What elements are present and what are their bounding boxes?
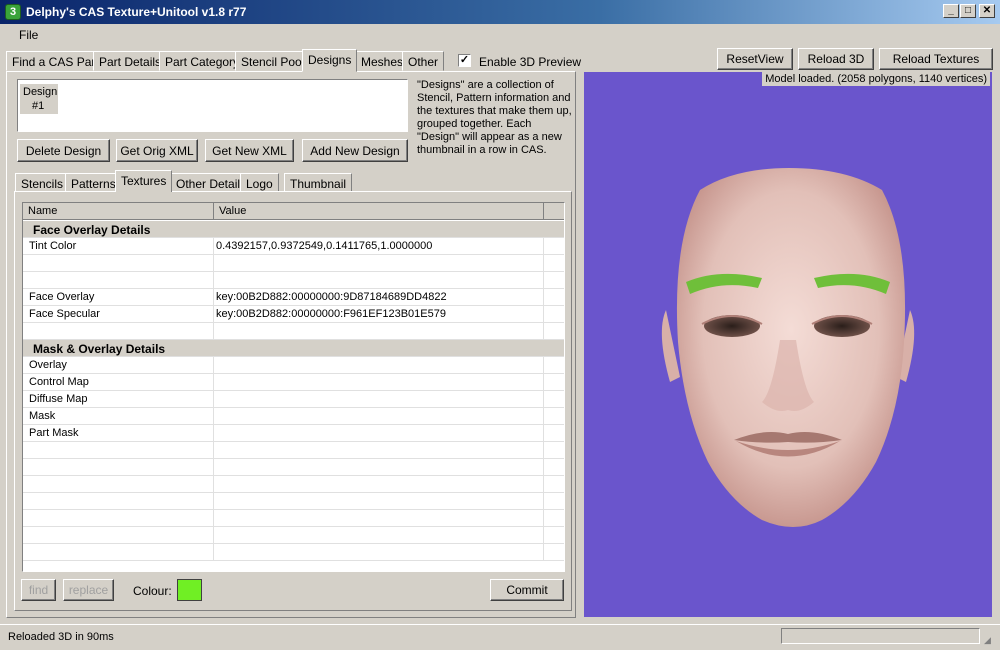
- get-new-xml-button[interactable]: Get New XML: [205, 139, 294, 162]
- tab-meshes[interactable]: Meshes: [355, 51, 410, 71]
- reset-view-button[interactable]: ResetView: [717, 48, 793, 70]
- table-row: [23, 510, 564, 527]
- reload-textures-button[interactable]: Reload Textures: [879, 48, 993, 70]
- table-row: [23, 272, 564, 289]
- grid-header: Name Value: [23, 203, 564, 220]
- title-bar: 3 Delphy's CAS Texture+Unitool v1.8 r77 …: [0, 0, 1000, 24]
- row-value[interactable]: [214, 408, 544, 425]
- subtab-logo[interactable]: Logo: [240, 173, 279, 192]
- model-status-label: Model loaded. (2058 polygons, 1140 verti…: [762, 72, 990, 86]
- table-row[interactable]: Tint Color 0.4392157,0.9372549,0.1411765…: [23, 238, 564, 255]
- row-value[interactable]: 0.4392157,0.9372549,0.1411765,1.0000000: [214, 238, 544, 255]
- row-value[interactable]: [214, 357, 544, 374]
- table-row: [23, 323, 564, 340]
- enable-3d-label: Enable 3D Preview: [479, 55, 582, 69]
- row-value[interactable]: [214, 374, 544, 391]
- row-name: Overlay: [23, 357, 214, 374]
- subtab-patterns[interactable]: Patterns: [65, 173, 122, 192]
- add-new-design-button[interactable]: Add New Design: [302, 139, 408, 162]
- table-row: [23, 527, 564, 544]
- row-name: Part Mask: [23, 425, 214, 442]
- tab-part-details[interactable]: Part Details: [93, 51, 168, 71]
- commit-button[interactable]: Commit: [490, 579, 564, 601]
- resize-grip-icon[interactable]: ◢: [984, 635, 991, 646]
- table-row[interactable]: Control Map: [23, 374, 564, 391]
- window-title: Delphy's CAS Texture+Unitool v1.8 r77: [26, 5, 247, 19]
- tab-designs[interactable]: Designs: [302, 49, 358, 72]
- status-text: Reloaded 3D in 90ms: [8, 631, 114, 643]
- maximize-button[interactable]: □: [960, 4, 976, 18]
- delete-design-button[interactable]: Delete Design: [17, 139, 110, 162]
- minimize-button[interactable]: _: [943, 4, 959, 18]
- row-value[interactable]: key:00B2D882:00000000:F961EF123B01E579: [214, 306, 544, 323]
- column-header-name[interactable]: Name: [23, 203, 214, 220]
- close-button[interactable]: ✕: [979, 4, 995, 18]
- status-bar: Reloaded 3D in 90ms ◢: [0, 624, 1000, 650]
- category-mask-overlay: Mask & Overlay Details: [33, 342, 166, 356]
- row-name: Face Overlay: [23, 289, 214, 306]
- progress-bar: [781, 628, 980, 644]
- row-value[interactable]: [214, 425, 544, 442]
- menu-file[interactable]: File: [19, 28, 38, 42]
- replace-button[interactable]: replace: [63, 579, 114, 601]
- reload-3d-button[interactable]: Reload 3D: [798, 48, 874, 70]
- subtab-stencils[interactable]: Stencils: [15, 173, 70, 192]
- design-label: Design: [23, 86, 58, 98]
- row-name: Control Map: [23, 374, 214, 391]
- menu-bar: File: [0, 24, 1000, 44]
- colour-label: Colour:: [133, 584, 172, 598]
- row-name: Face Specular: [23, 306, 214, 323]
- category-face-overlay: Face Overlay Details: [33, 223, 151, 237]
- right-eye: [814, 315, 870, 337]
- grid-category[interactable]: Face Overlay Details: [23, 221, 564, 238]
- column-header-value[interactable]: Value: [214, 203, 544, 220]
- grid-category[interactable]: Mask & Overlay Details: [23, 340, 564, 357]
- enable-3d-checkbox[interactable]: ✓: [458, 54, 471, 67]
- 3d-viewport[interactable]: Model loaded. (2058 polygons, 1140 verti…: [584, 72, 992, 617]
- table-row[interactable]: Face Specular key:00B2D882:00000000:F961…: [23, 306, 564, 323]
- tab-part-category[interactable]: Part Category: [159, 51, 246, 71]
- table-row[interactable]: Part Mask: [23, 425, 564, 442]
- table-row[interactable]: Overlay: [23, 357, 564, 374]
- row-value[interactable]: [214, 391, 544, 408]
- table-row[interactable]: Mask: [23, 408, 564, 425]
- table-row[interactable]: Face Overlay key:00B2D882:00000000:9D871…: [23, 289, 564, 306]
- tab-find-cas-part[interactable]: Find a CAS Part: [6, 51, 105, 71]
- table-row: [23, 255, 564, 272]
- table-row: [23, 544, 564, 561]
- table-row: [23, 442, 564, 459]
- design-list[interactable]: Design #1: [17, 79, 408, 132]
- design-thumbnail[interactable]: Design #1: [20, 84, 58, 114]
- face-model-render: [661, 168, 915, 527]
- table-row: [23, 459, 564, 476]
- tab-other[interactable]: Other: [402, 51, 445, 71]
- table-row[interactable]: Diffuse Map: [23, 391, 564, 408]
- row-name: Tint Color: [23, 238, 214, 255]
- left-eye: [704, 315, 760, 337]
- app-icon: 3: [5, 4, 21, 20]
- table-row: [23, 476, 564, 493]
- get-orig-xml-button[interactable]: Get Orig XML: [116, 139, 198, 162]
- colour-swatch[interactable]: [177, 579, 202, 601]
- design-number: #1: [32, 100, 45, 112]
- find-button[interactable]: find: [21, 579, 56, 601]
- tab-stencil-pool[interactable]: Stencil Pool: [235, 51, 311, 71]
- row-name: Mask: [23, 408, 214, 425]
- subtab-thumbnail[interactable]: Thumbnail: [284, 173, 353, 192]
- subtab-textures[interactable]: Textures: [115, 170, 173, 192]
- table-row: [23, 493, 564, 510]
- row-value[interactable]: key:00B2D882:00000000:9D87184689DD4822: [214, 289, 544, 306]
- property-grid[interactable]: Name Value Face Overlay Details Tint Col…: [22, 202, 565, 572]
- row-name: Diffuse Map: [23, 391, 214, 408]
- design-help-text: "Designs" are a collection of Stencil, P…: [417, 79, 572, 156]
